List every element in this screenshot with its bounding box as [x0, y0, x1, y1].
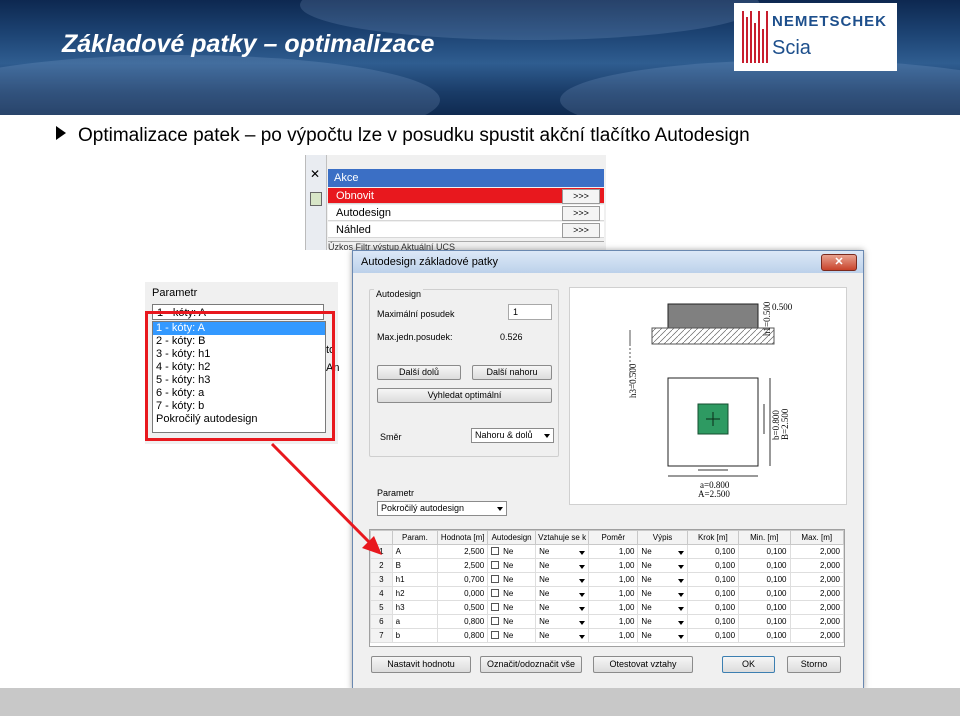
footer-bar	[0, 688, 960, 716]
callout-arrow	[270, 442, 382, 555]
arrow-line	[270, 442, 374, 547]
